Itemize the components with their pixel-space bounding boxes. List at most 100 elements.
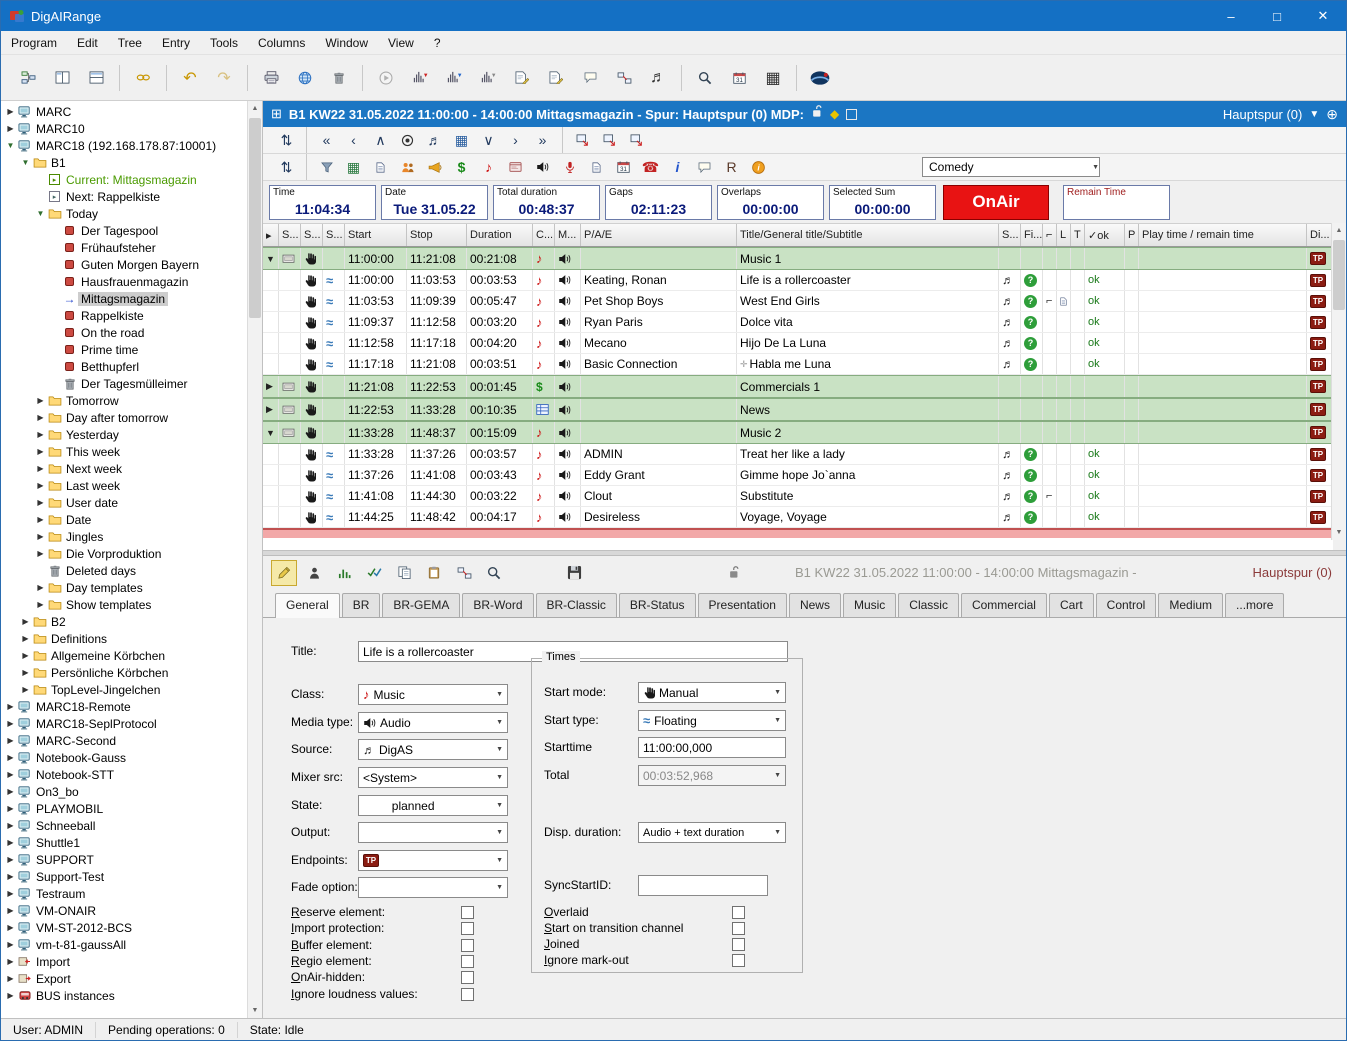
- transfer-icon[interactable]: [451, 560, 477, 586]
- tree-item-day-templates[interactable]: ▶Day templates: [1, 579, 247, 596]
- digas-source-icon[interactable]: ♬: [643, 63, 673, 93]
- tree-item-die-vorproduktion[interactable]: ▶Die Vorproduktion: [1, 545, 247, 562]
- contacts-icon[interactable]: [396, 156, 419, 179]
- tree-item-mittagsmagazin[interactable]: →Mittagsmagazin: [1, 290, 247, 307]
- menu-columns[interactable]: Columns: [248, 31, 315, 54]
- tree-collapsed-icon[interactable]: ▶: [35, 430, 46, 439]
- disp-duration-select[interactable]: Audio + text duration ▼: [638, 822, 786, 843]
- tree-item-bus-instances[interactable]: ▶BUS instances: [1, 987, 247, 1004]
- table-icon[interactable]: ▦: [758, 63, 788, 93]
- sort-updown-icon[interactable]: ⇅: [275, 156, 298, 179]
- tree-item-date[interactable]: ▶Date: [1, 511, 247, 528]
- column-header-start[interactable]: Start: [345, 224, 407, 246]
- tree-item-marc-second[interactable]: ▶MARC-Second: [1, 732, 247, 749]
- tree-item-show-templates[interactable]: ▶Show templates: [1, 596, 247, 613]
- column-header-fl3[interactable]: T: [1071, 224, 1085, 246]
- audio-icon[interactable]: [531, 156, 554, 179]
- tree-collapsed-icon[interactable]: ▶: [5, 821, 16, 830]
- tree-collapsed-icon[interactable]: ▶: [20, 634, 31, 643]
- tree-collapsed-icon[interactable]: ▶: [5, 787, 16, 796]
- edit-entry-icon[interactable]: [507, 63, 537, 93]
- tab-general[interactable]: General: [275, 593, 340, 618]
- checkbox-ignore-mark-out[interactable]: [732, 954, 745, 967]
- square-icon[interactable]: [846, 109, 857, 120]
- scroll-up-icon[interactable]: ▲: [1332, 223, 1346, 238]
- play-icon[interactable]: [371, 63, 401, 93]
- tab-news[interactable]: News: [789, 593, 841, 617]
- add-track-icon[interactable]: ⊕: [1326, 106, 1338, 123]
- total-duration-field[interactable]: 00:03:52,968 ▼: [638, 765, 786, 786]
- tree-item-testraum[interactable]: ▶Testraum: [1, 885, 247, 902]
- tree-collapsed-icon[interactable]: ▶: [35, 583, 46, 592]
- tree-item-last-week[interactable]: ▶Last week: [1, 477, 247, 494]
- sort-updown-icon[interactable]: ⇅: [275, 129, 298, 152]
- schedule-item-row[interactable]: ≈11:41:0811:44:3000:03:22♪CloutSubstitut…: [263, 486, 1333, 507]
- tree-item-next-week[interactable]: ▶Next week: [1, 460, 247, 477]
- tree-item-export[interactable]: ▶Export: [1, 970, 247, 987]
- tree-collapsed-icon[interactable]: ▶: [20, 617, 31, 626]
- tree-item-fr-haufsteher[interactable]: Frühaufsteher: [1, 239, 247, 256]
- column-header-ok[interactable]: ✓ok: [1085, 224, 1125, 246]
- grid-scrollbar-thumb[interactable]: [1333, 240, 1345, 310]
- tree-collapsed-icon[interactable]: ▶: [5, 804, 16, 813]
- go-first-icon[interactable]: «: [315, 129, 338, 152]
- close-button[interactable]: ✕: [1300, 1, 1346, 31]
- tree-collapsed-icon[interactable]: ▶: [5, 906, 16, 915]
- tree-item-notebook-stt[interactable]: ▶Notebook-STT: [1, 766, 247, 783]
- tab-more[interactable]: ...more: [1225, 593, 1284, 617]
- schedule-item-row[interactable]: ≈11:44:2511:48:4200:04:17♪DesirelessVoya…: [263, 507, 1333, 528]
- column-header-exp[interactable]: ▸: [263, 224, 279, 246]
- tree-item-jingles[interactable]: ▶Jingles: [1, 528, 247, 545]
- gema-icon[interactable]: R: [720, 156, 743, 179]
- tree-item-yesterday[interactable]: ▶Yesterday: [1, 426, 247, 443]
- tree-item-tomorrow[interactable]: ▶Tomorrow: [1, 392, 247, 409]
- tree-collapsed-icon[interactable]: ▶: [20, 685, 31, 694]
- tree-expanded-icon[interactable]: ▼: [5, 141, 16, 150]
- detach-view-1-icon[interactable]: [571, 129, 594, 152]
- tree-collapsed-icon[interactable]: ▶: [35, 498, 46, 507]
- tree-collapsed-icon[interactable]: ▶: [5, 107, 16, 116]
- checkbox-overlaid[interactable]: [732, 906, 745, 919]
- tree-item-guten-morgen-bayern[interactable]: Guten Morgen Bayern: [1, 256, 247, 273]
- validate-icon[interactable]: [361, 560, 387, 586]
- detach-view-2-icon[interactable]: [598, 129, 621, 152]
- microphone-icon[interactable]: [558, 156, 581, 179]
- tree-item-allgemeine-k-rbchen[interactable]: ▶Allgemeine Körbchen: [1, 647, 247, 664]
- tree-item-vm-t-81-gaussall[interactable]: ▶vm-t-81-gaussAll: [1, 936, 247, 953]
- announcement-icon[interactable]: [423, 156, 446, 179]
- collapse-group-icon[interactable]: ∧: [369, 129, 392, 152]
- calendar-icon[interactable]: 31: [612, 156, 635, 179]
- tree-collapsed-icon[interactable]: ▶: [35, 549, 46, 558]
- tree-item-shuttle1[interactable]: ▶Shuttle1: [1, 834, 247, 851]
- scroll-up-icon[interactable]: ▲: [248, 101, 262, 116]
- calendar-icon[interactable]: 31: [724, 63, 754, 93]
- checkbox-joined[interactable]: [732, 938, 745, 951]
- copy-icon[interactable]: [391, 560, 417, 586]
- tab-presentation[interactable]: Presentation: [698, 593, 787, 617]
- record-target-icon[interactable]: [396, 129, 419, 152]
- paste-icon[interactable]: [421, 560, 447, 586]
- tree-collapsed-icon[interactable]: ▶: [5, 872, 16, 881]
- edit-comment-icon[interactable]: [575, 63, 605, 93]
- unlock-icon[interactable]: [811, 105, 823, 123]
- minimize-button[interactable]: –: [1208, 1, 1254, 31]
- split-rows-icon[interactable]: [81, 63, 111, 93]
- endpoints-select[interactable]: TP ▼: [358, 850, 508, 871]
- column-header-fl1[interactable]: ⌐: [1043, 224, 1057, 246]
- column-header-stop[interactable]: Stop: [407, 224, 467, 246]
- schedule-group-row[interactable]: ▶11:22:5311:33:2800:10:35NewsTP: [263, 398, 1333, 421]
- output-select[interactable]: ▼: [358, 822, 508, 843]
- menu-tools[interactable]: Tools: [200, 31, 248, 54]
- scroll-down-icon[interactable]: ▼: [248, 1003, 262, 1018]
- menu-window[interactable]: Window: [315, 31, 378, 54]
- syncstartid-field[interactable]: [638, 875, 768, 896]
- tab-classic[interactable]: Classic: [898, 593, 959, 617]
- lock-icon[interactable]: [721, 560, 747, 586]
- schedule-group-row[interactable]: ▼11:33:2811:48:3700:15:09♪Music 2TP: [263, 421, 1333, 444]
- tree-item-vm-onair[interactable]: ▶VM-ONAIR: [1, 902, 247, 919]
- tree-collapsed-icon[interactable]: ▶: [35, 464, 46, 473]
- expand-group-icon[interactable]: ∨: [477, 129, 500, 152]
- checkbox-import-protection[interactable]: [461, 922, 474, 935]
- insert-audio-icon[interactable]: ♬: [423, 129, 446, 152]
- schedule-item-row[interactable]: ≈11:12:5811:17:1800:04:20♪MecanoHijo De …: [263, 333, 1333, 354]
